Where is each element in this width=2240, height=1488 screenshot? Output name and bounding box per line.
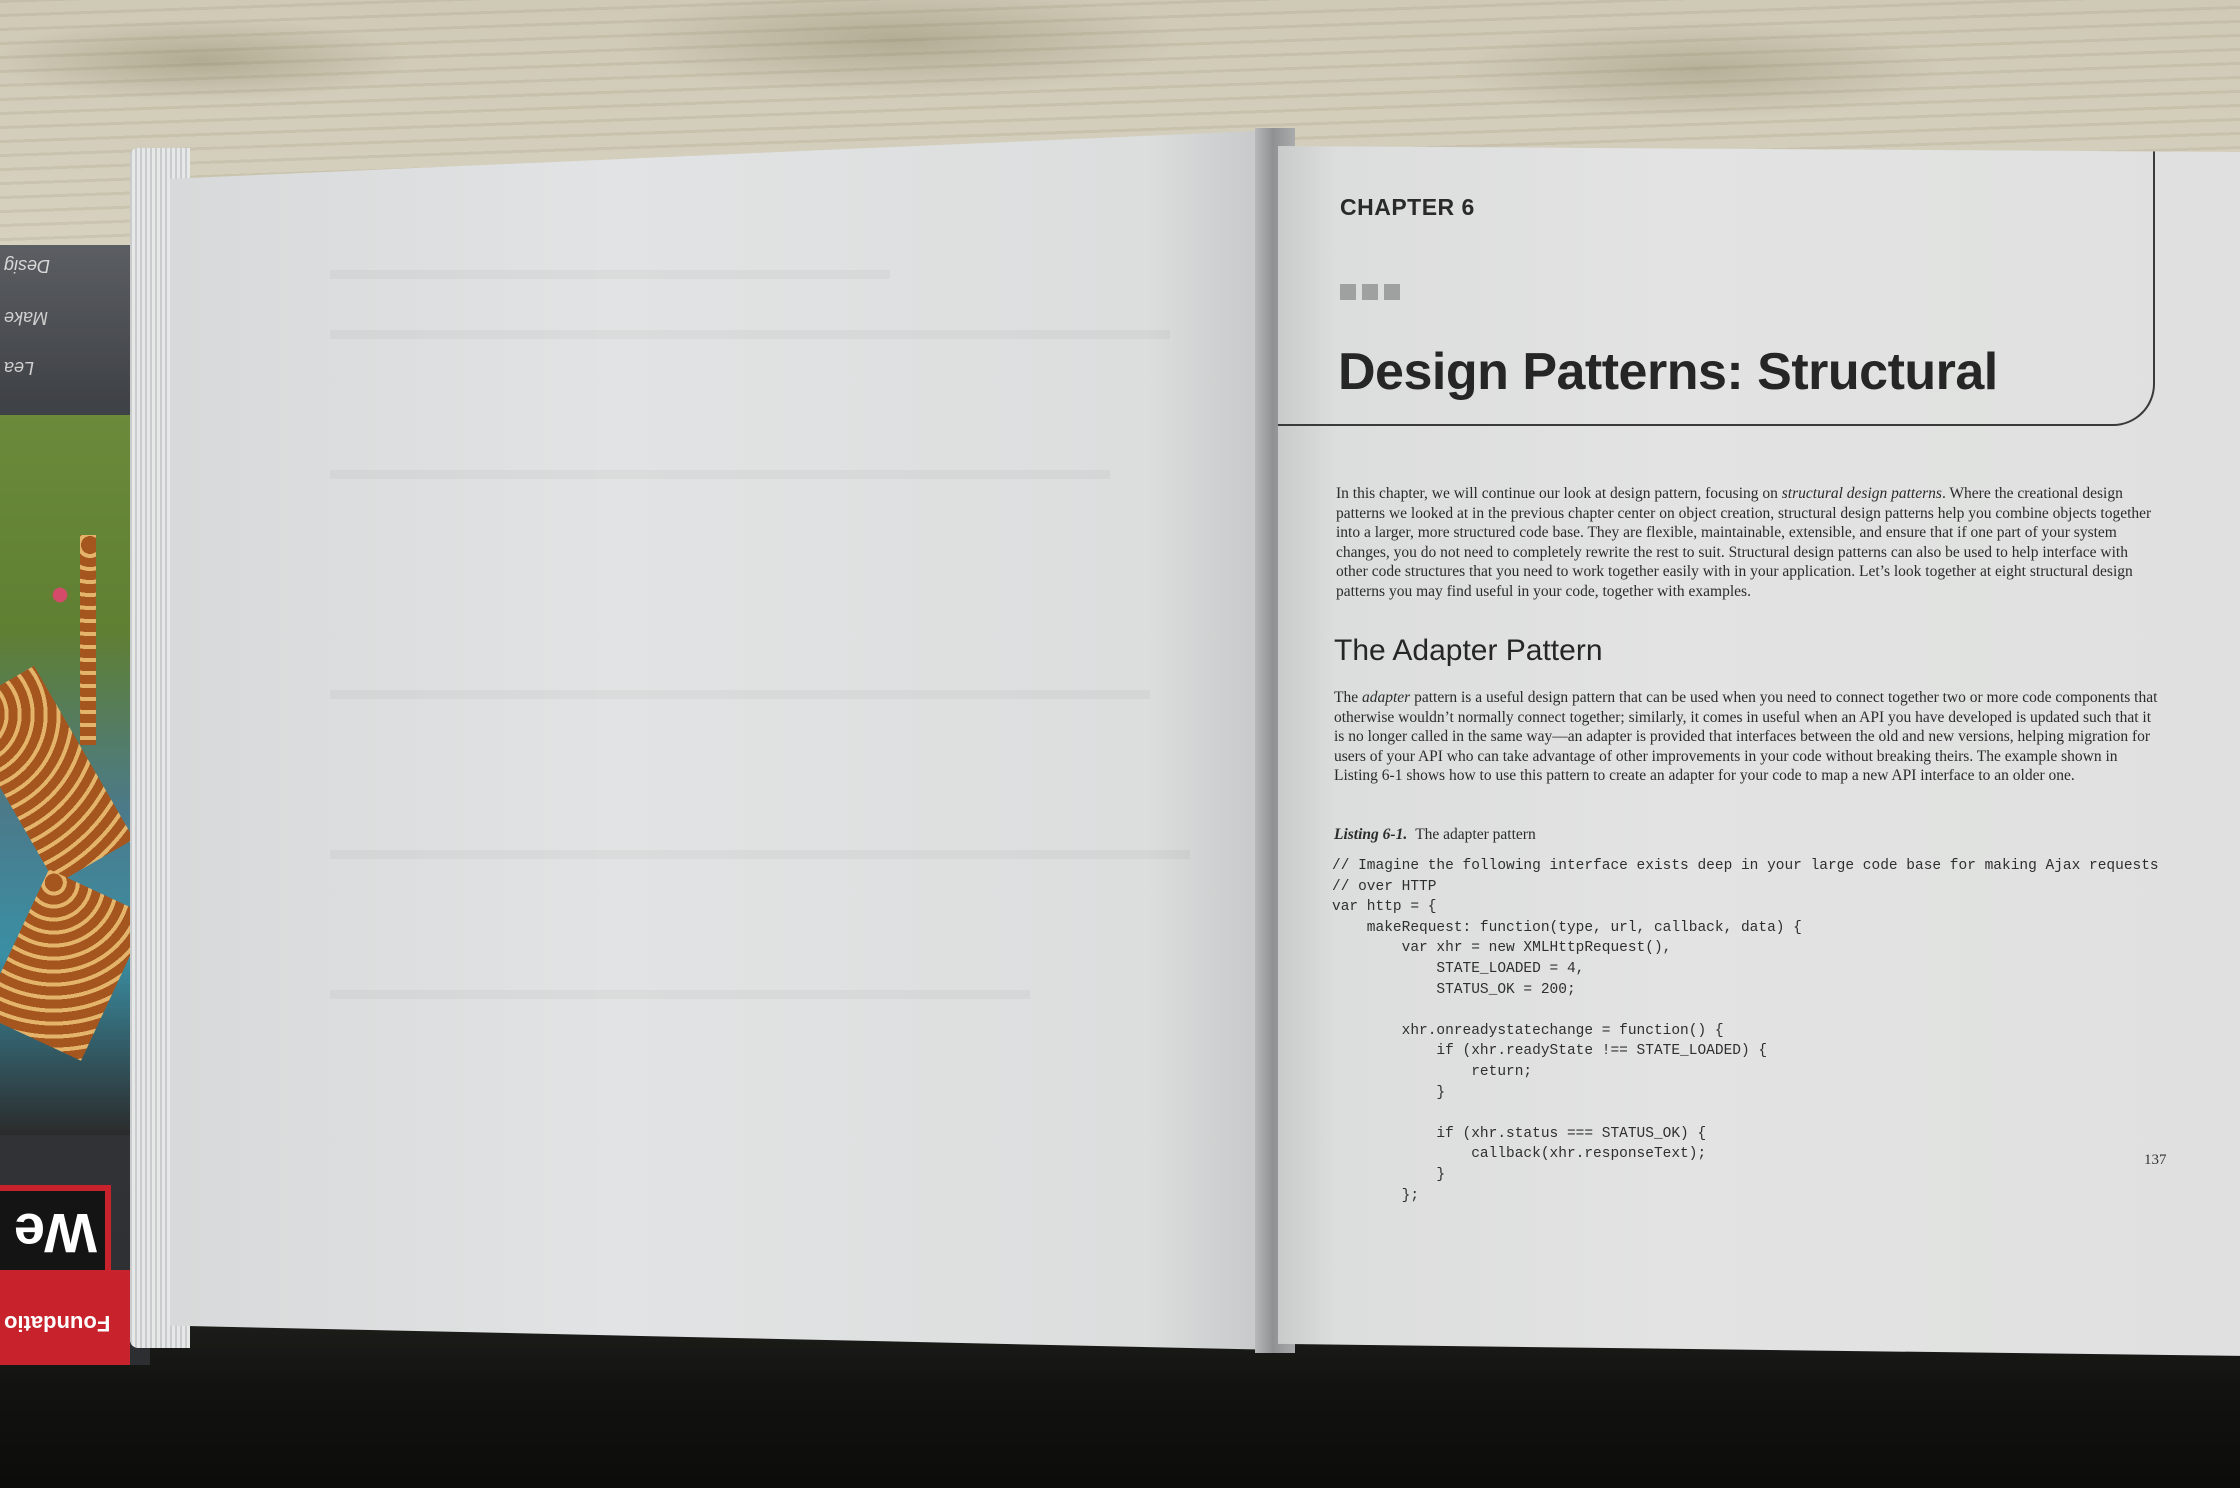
- section-heading: The Adapter Pattern: [1334, 634, 1603, 667]
- cover-illustration: [0, 415, 150, 1135]
- intro-emphasis: structural design patterns: [1781, 485, 1942, 502]
- chapter-label: CHAPTER 6: [1340, 194, 1475, 220]
- chapter-title: Design Patterns: Structural: [1338, 343, 1998, 401]
- right-page: CHAPTER 6 Design Patterns: Structural In…: [1278, 146, 2240, 1356]
- giraffe-illustration: [80, 535, 96, 745]
- ornament-square: [1340, 284, 1356, 300]
- cover-series-band: Foundatio: [0, 1270, 130, 1365]
- cover-text-learn: Lea: [4, 358, 35, 378]
- open-book: CHAPTER 6 Design Patterns: Structural In…: [130, 118, 2240, 1358]
- section-emphasis: adapter: [1361, 689, 1411, 706]
- giraffe-illustration: [0, 665, 134, 885]
- ornament-square: [1384, 284, 1400, 300]
- cover-title-text: We: [14, 1202, 97, 1265]
- show-through-line: [330, 470, 1110, 479]
- listing-label: Listing 6-1.: [1334, 826, 1408, 843]
- show-through-line: [330, 990, 1030, 999]
- underlying-book-cover: Desig Make Lea We Foundatio: [0, 245, 150, 1365]
- intro-text-rest: . Where the creational design patterns w…: [1336, 485, 2152, 600]
- code-listing: // Imagine the following interface exist…: [1332, 858, 2159, 1204]
- show-through-line: [330, 690, 1150, 699]
- page-number: 137: [2144, 1152, 2167, 1168]
- show-through-line: [330, 850, 1190, 859]
- section-text-rest: pattern is a useful design pattern that …: [1334, 689, 2158, 785]
- show-through-line: [330, 330, 1170, 339]
- cover-text-design: Desig: [4, 256, 51, 276]
- cover-series-text: Foundatio: [4, 1311, 111, 1336]
- chapter-ornament: [1340, 284, 1400, 300]
- intro-paragraph: In this chapter, we will continue our lo…: [1336, 484, 2161, 602]
- ornament-square: [1362, 284, 1378, 300]
- listing-caption: Listing 6-1. The adapter pattern: [1334, 826, 1536, 844]
- listing-caption-text: The adapter pattern: [1415, 826, 1536, 843]
- intro-text-start: In this chapter, we will continue our lo…: [1336, 485, 1782, 502]
- show-through-line: [330, 270, 890, 279]
- section-paragraph: The adapter pattern is a useful design p…: [1334, 688, 2164, 786]
- left-page-blank: [170, 130, 1280, 1350]
- giraffe-illustration: [0, 869, 149, 1061]
- section-text-start: The: [1334, 689, 1362, 706]
- cover-text-make: Make: [4, 308, 49, 328]
- photo-scene: Desig Make Lea We Foundatio CHAPTER 6 De…: [0, 0, 2240, 1488]
